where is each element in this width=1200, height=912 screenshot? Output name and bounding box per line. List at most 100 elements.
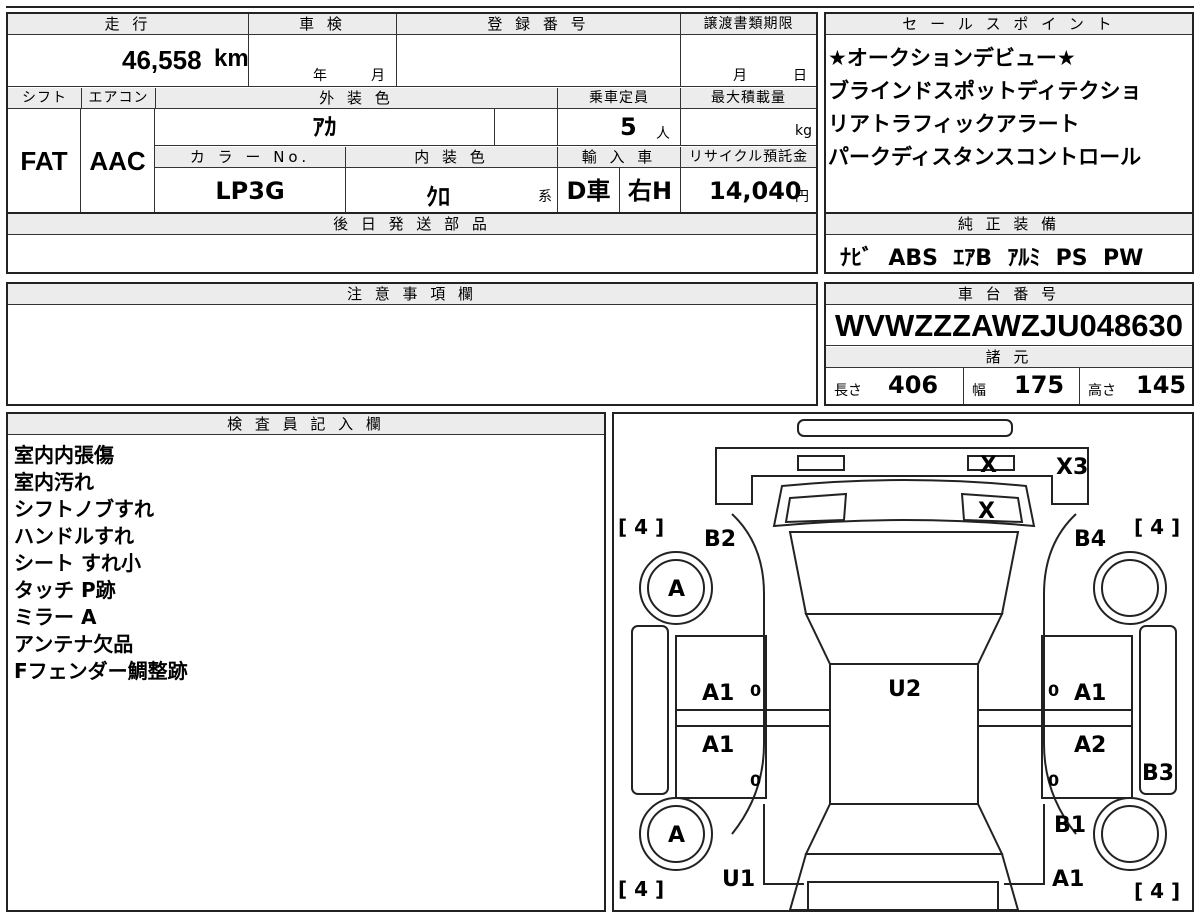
mileage-value: 46,558 (122, 45, 202, 75)
car-diagram-box: X3 X X B2 B4 A A U2 A1 A1 A1 A2 B3 B1 U1… (612, 412, 1194, 912)
exterior-color-header: 外 装 色 (155, 88, 557, 109)
tire-left-top: [ 4 ] (618, 515, 664, 539)
later-parts-box: 後 日 発 送 部 品 (6, 212, 818, 274)
max-load-unit: kg (795, 123, 812, 139)
inspector-note: アンテナ欠品 (14, 632, 134, 656)
zero-mark: 0 (1048, 681, 1059, 700)
dimensions-header: 諸 元 (826, 347, 1192, 368)
shaken-cell: 年 月 (248, 35, 396, 87)
exterior-color-extra (495, 109, 557, 146)
mileage-cell: 46,558 km (8, 35, 249, 87)
diagram-mark: U1 (722, 867, 755, 892)
later-parts-header: 後 日 発 送 部 品 (8, 214, 816, 235)
inspector-note: 室内汚れ (14, 470, 94, 494)
diagram-mark: A1 (1052, 867, 1084, 892)
height-label: 高さ (1088, 383, 1116, 399)
zero-mark: 0 (750, 771, 761, 790)
top-cutoff-row (6, 0, 1194, 8)
aircon-header: エアコン (81, 88, 155, 109)
sales-point-line: パークディスタンスコントロール (828, 145, 1142, 169)
diagram-mark: A2 (1074, 733, 1106, 758)
capacity-cell: 5 人 (557, 109, 680, 146)
diagram-mark: B1 (1054, 813, 1086, 838)
diagram-mark: B3 (1142, 761, 1174, 786)
transfer-day: 日 (793, 68, 807, 84)
chassis-box: 車 台 番 号 WVWZZZAWZJU048630 諸 元 長さ 406 幅 1… (824, 282, 1194, 406)
interior-color-suffix: 系 (538, 189, 552, 205)
interior-color-value: ｸﾛ (426, 183, 450, 211)
diagram-mark: U2 (888, 677, 921, 702)
car-diagram: X3 X X B2 B4 A A U2 A1 A1 A1 A2 B3 B1 U1… (618, 419, 1180, 910)
recycle-fee-header: リサイクル預託金 (680, 147, 816, 168)
interior-color-header: 内 装 色 (345, 147, 557, 168)
zero-mark: 0 (1048, 771, 1059, 790)
interior-color-cell: ｸﾛ 系 (345, 168, 557, 214)
inspector-note: シート すれ小 (14, 551, 141, 575)
inspector-note: Fフェンダー鯛整跡 (14, 659, 188, 683)
diagram-mark: B4 (1074, 527, 1106, 552)
sales-points-list: ★オークションデビュー★ ブラインドスポットディテクショ リアトラフィックアラー… (828, 42, 1142, 174)
spec-table: 走 行 車 検 登 録 番 号 譲渡書類期限 46,558 km 年 月 月 日… (6, 12, 818, 214)
tire-right-bottom: [ 4 ] (1134, 879, 1180, 903)
capacity-unit: 人 (656, 126, 670, 142)
diagram-mark: A (668, 577, 685, 602)
inspector-note: シフトノブすれ (14, 497, 154, 521)
inspector-header: 検 査 員 記 入 欄 (8, 414, 604, 435)
tire-right-top: [ 4 ] (1134, 515, 1180, 539)
transfer-deadline-header: 譲渡書類期限 (680, 14, 816, 35)
color-no-header: カ ラ ー No. (155, 147, 345, 168)
registration-cell (396, 35, 680, 87)
inspector-box: 検 査 員 記 入 欄 室内内張傷 室内汚れ シフトノブすれ ハンドルすれ シー… (6, 412, 606, 912)
shift-header: シフト (8, 88, 81, 109)
length-cell: 長さ 406 (826, 368, 964, 404)
max-load-cell: kg (680, 109, 816, 146)
diagram-mark: A1 (702, 733, 734, 758)
sales-points-box: セ ー ル ス ポ イ ン ト ★オークションデビュー★ ブラインドスポットディ… (824, 12, 1194, 214)
capacity-header: 乗車定員 (557, 88, 680, 109)
height-cell: 高さ 145 (1080, 368, 1192, 404)
inspector-note: 室内内張傷 (14, 443, 114, 467)
tire-left-bottom: [ 4 ] (618, 877, 664, 901)
exterior-color-value: ｱｶ (155, 109, 495, 146)
recycle-fee-value: 14,040 (709, 177, 802, 205)
diagram-mark: B2 (704, 527, 736, 552)
equipment-box: 純 正 装 備 ﾅﾋﾞ ABS ｴｱB ｱﾙﾐ PS PW (824, 212, 1194, 274)
equipment-header: 純 正 装 備 (826, 214, 1192, 235)
chassis-number: WVWZZZAWZJU048630 (826, 306, 1192, 346)
sales-point-line: ブラインドスポットディテクショ (828, 79, 1142, 103)
recycle-fee-cell: 14,040 円 (680, 168, 816, 214)
chassis-header: 車 台 番 号 (826, 284, 1192, 305)
diagram-mark: A1 (1074, 681, 1106, 706)
length-value: 406 (888, 371, 939, 399)
aircon-value: AAC (81, 109, 155, 214)
inspector-notes: 室内内張傷 室内汚れ シフトノブすれ ハンドルすれ シート すれ小 タッチ P跡… (14, 442, 188, 685)
shaken-header: 車 検 (248, 14, 396, 35)
diagram-mark: X (980, 453, 997, 478)
width-value: 175 (1014, 371, 1065, 399)
capacity-value: 5 (620, 113, 637, 141)
width-label: 幅 (972, 383, 986, 399)
length-label: 長さ (834, 383, 862, 399)
import-header: 輸 入 車 (557, 147, 680, 168)
diagram-mark: A1 (702, 681, 734, 706)
mileage-header: 走 行 (8, 14, 248, 35)
height-value: 145 (1136, 371, 1187, 399)
inspector-note: ミラー A (14, 605, 97, 629)
shaken-month: 月 (371, 68, 385, 84)
sales-points-header: セ ー ル ス ポ イ ン ト (826, 14, 1192, 35)
registration-header: 登 録 番 号 (396, 14, 680, 35)
diagram-mark: X (978, 499, 995, 524)
mileage-unit: km (214, 45, 249, 72)
transfer-deadline-cell: 月 日 (680, 35, 816, 87)
inspector-note: ハンドルすれ (14, 524, 134, 548)
shift-value: FAT (8, 109, 81, 214)
inspector-note: タッチ P跡 (14, 578, 116, 602)
width-cell: 幅 175 (964, 368, 1080, 404)
transfer-month: 月 (733, 68, 747, 84)
import-value: D車 (557, 168, 619, 214)
caution-header: 注 意 事 項 欄 (8, 284, 816, 305)
zero-mark: 0 (750, 681, 761, 700)
shaken-year: 年 (313, 68, 327, 84)
sales-point-line: ★オークションデビュー★ (828, 46, 1076, 70)
diagram-mark: A (668, 823, 685, 848)
